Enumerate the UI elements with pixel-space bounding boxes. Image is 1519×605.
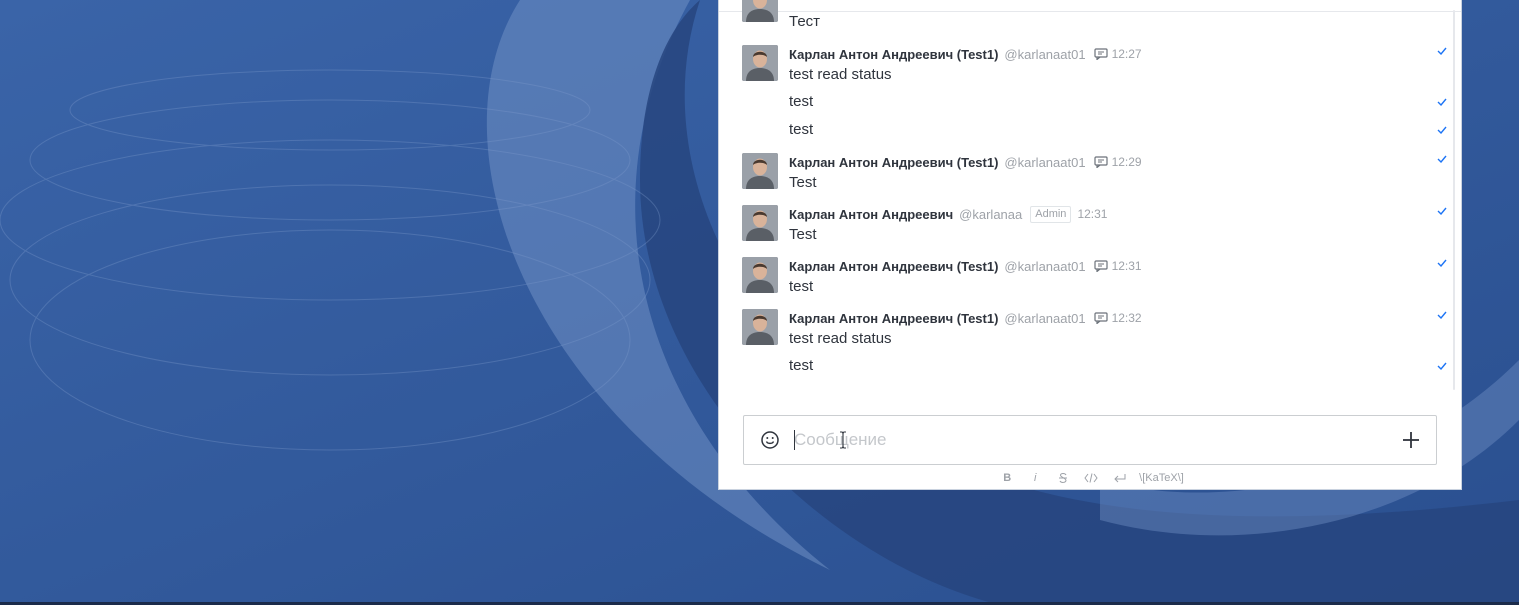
message-header: Карлан Антон Андреевич (Test1) @karlanaa… [789, 309, 1142, 327]
message-header: Карлан Антон Андреевич (Test1) @karlanaa… [789, 45, 1142, 63]
chat-window: Тест Карлан Антон Андреевич (Test1) @kar… [718, 0, 1462, 490]
code-icon [1084, 473, 1098, 483]
author-username[interactable]: @karlanaa [959, 207, 1022, 222]
plus-icon[interactable] [1402, 431, 1420, 449]
message-header: Карлан Антон Андреевич @karlanaa Admin 1… [789, 205, 1107, 223]
message-body: test read status [789, 66, 892, 83]
thread-icon[interactable] [1093, 156, 1108, 168]
message-header: Карлан Антон Андреевич (Test1) @karlanaa… [789, 257, 1142, 275]
role-badge: Admin [1030, 205, 1072, 223]
author-name[interactable]: Карлан Антон Андреевич (Test1) [789, 311, 998, 326]
avatar[interactable] [742, 45, 778, 81]
message-header: Карлан Антон Андреевич (Test1) @karlanaa… [789, 153, 1142, 171]
read-check-icon [1437, 362, 1447, 370]
message-body: test read status [789, 330, 892, 347]
read-check-icon [1437, 47, 1447, 55]
code-button[interactable] [1080, 470, 1102, 486]
author-name[interactable]: Карлан Антон Андреевич (Test1) [789, 155, 998, 170]
read-check-icon [1437, 98, 1447, 106]
author-name[interactable]: Карлан Антон Андреевич (Test1) [789, 47, 998, 62]
message-time[interactable]: 12:32 [1112, 311, 1142, 325]
message-list[interactable]: Тест Карлан Антон Андреевич (Test1) @kar… [719, 0, 1461, 400]
avatar[interactable] [742, 257, 778, 293]
message-time[interactable]: 12:31 [1077, 207, 1107, 221]
smiley-icon[interactable] [760, 430, 780, 450]
message-body: test [789, 93, 814, 110]
read-check-icon [1437, 259, 1447, 267]
multiline-button[interactable] [1108, 470, 1130, 486]
author-username[interactable]: @karlanaat01 [1004, 311, 1085, 326]
author-username[interactable]: @karlanaat01 [1004, 259, 1085, 274]
message-body: test [789, 278, 814, 295]
message-input[interactable] [794, 426, 1374, 454]
message-time[interactable]: 12:27 [1112, 47, 1142, 61]
bold-button[interactable]: B [996, 470, 1018, 486]
italic-button[interactable]: i [1024, 470, 1046, 486]
return-arrow-icon [1113, 474, 1126, 483]
scrollbar[interactable] [1453, 10, 1455, 390]
thread-icon[interactable] [1093, 260, 1108, 272]
message-body: test [789, 357, 814, 374]
text-caret [794, 430, 795, 450]
author-username[interactable]: @karlanaat01 [1004, 155, 1085, 170]
strikethrough-button[interactable] [1052, 470, 1074, 486]
avatar[interactable] [742, 309, 778, 345]
read-check-icon [1437, 311, 1447, 319]
read-check-icon [1437, 207, 1447, 215]
read-check-icon [1437, 126, 1447, 134]
thread-icon[interactable] [1093, 48, 1108, 60]
message-body: Test [789, 174, 817, 191]
formatting-toolbar: B i \[KaTeX\] [719, 470, 1461, 486]
strikethrough-icon [1059, 473, 1068, 483]
message-time[interactable]: 12:31 [1112, 259, 1142, 273]
avatar[interactable] [742, 153, 778, 189]
divider [719, 11, 1461, 12]
message-body: test [789, 121, 814, 138]
avatar[interactable] [742, 0, 778, 22]
message-time[interactable]: 12:29 [1112, 155, 1142, 169]
read-check-icon [1437, 155, 1447, 163]
avatar[interactable] [742, 205, 778, 241]
author-name[interactable]: Карлан Антон Андреевич (Test1) [789, 259, 998, 274]
katex-button[interactable]: \[KaTeX\] [1139, 470, 1184, 486]
author-name[interactable]: Карлан Антон Андреевич [789, 207, 953, 222]
message-body: Test [789, 226, 817, 243]
ibeam-cursor-icon [840, 431, 846, 449]
message-body: Тест [789, 13, 821, 30]
message-composer [743, 415, 1437, 465]
thread-icon[interactable] [1093, 312, 1108, 324]
author-username[interactable]: @karlanaat01 [1004, 47, 1085, 62]
